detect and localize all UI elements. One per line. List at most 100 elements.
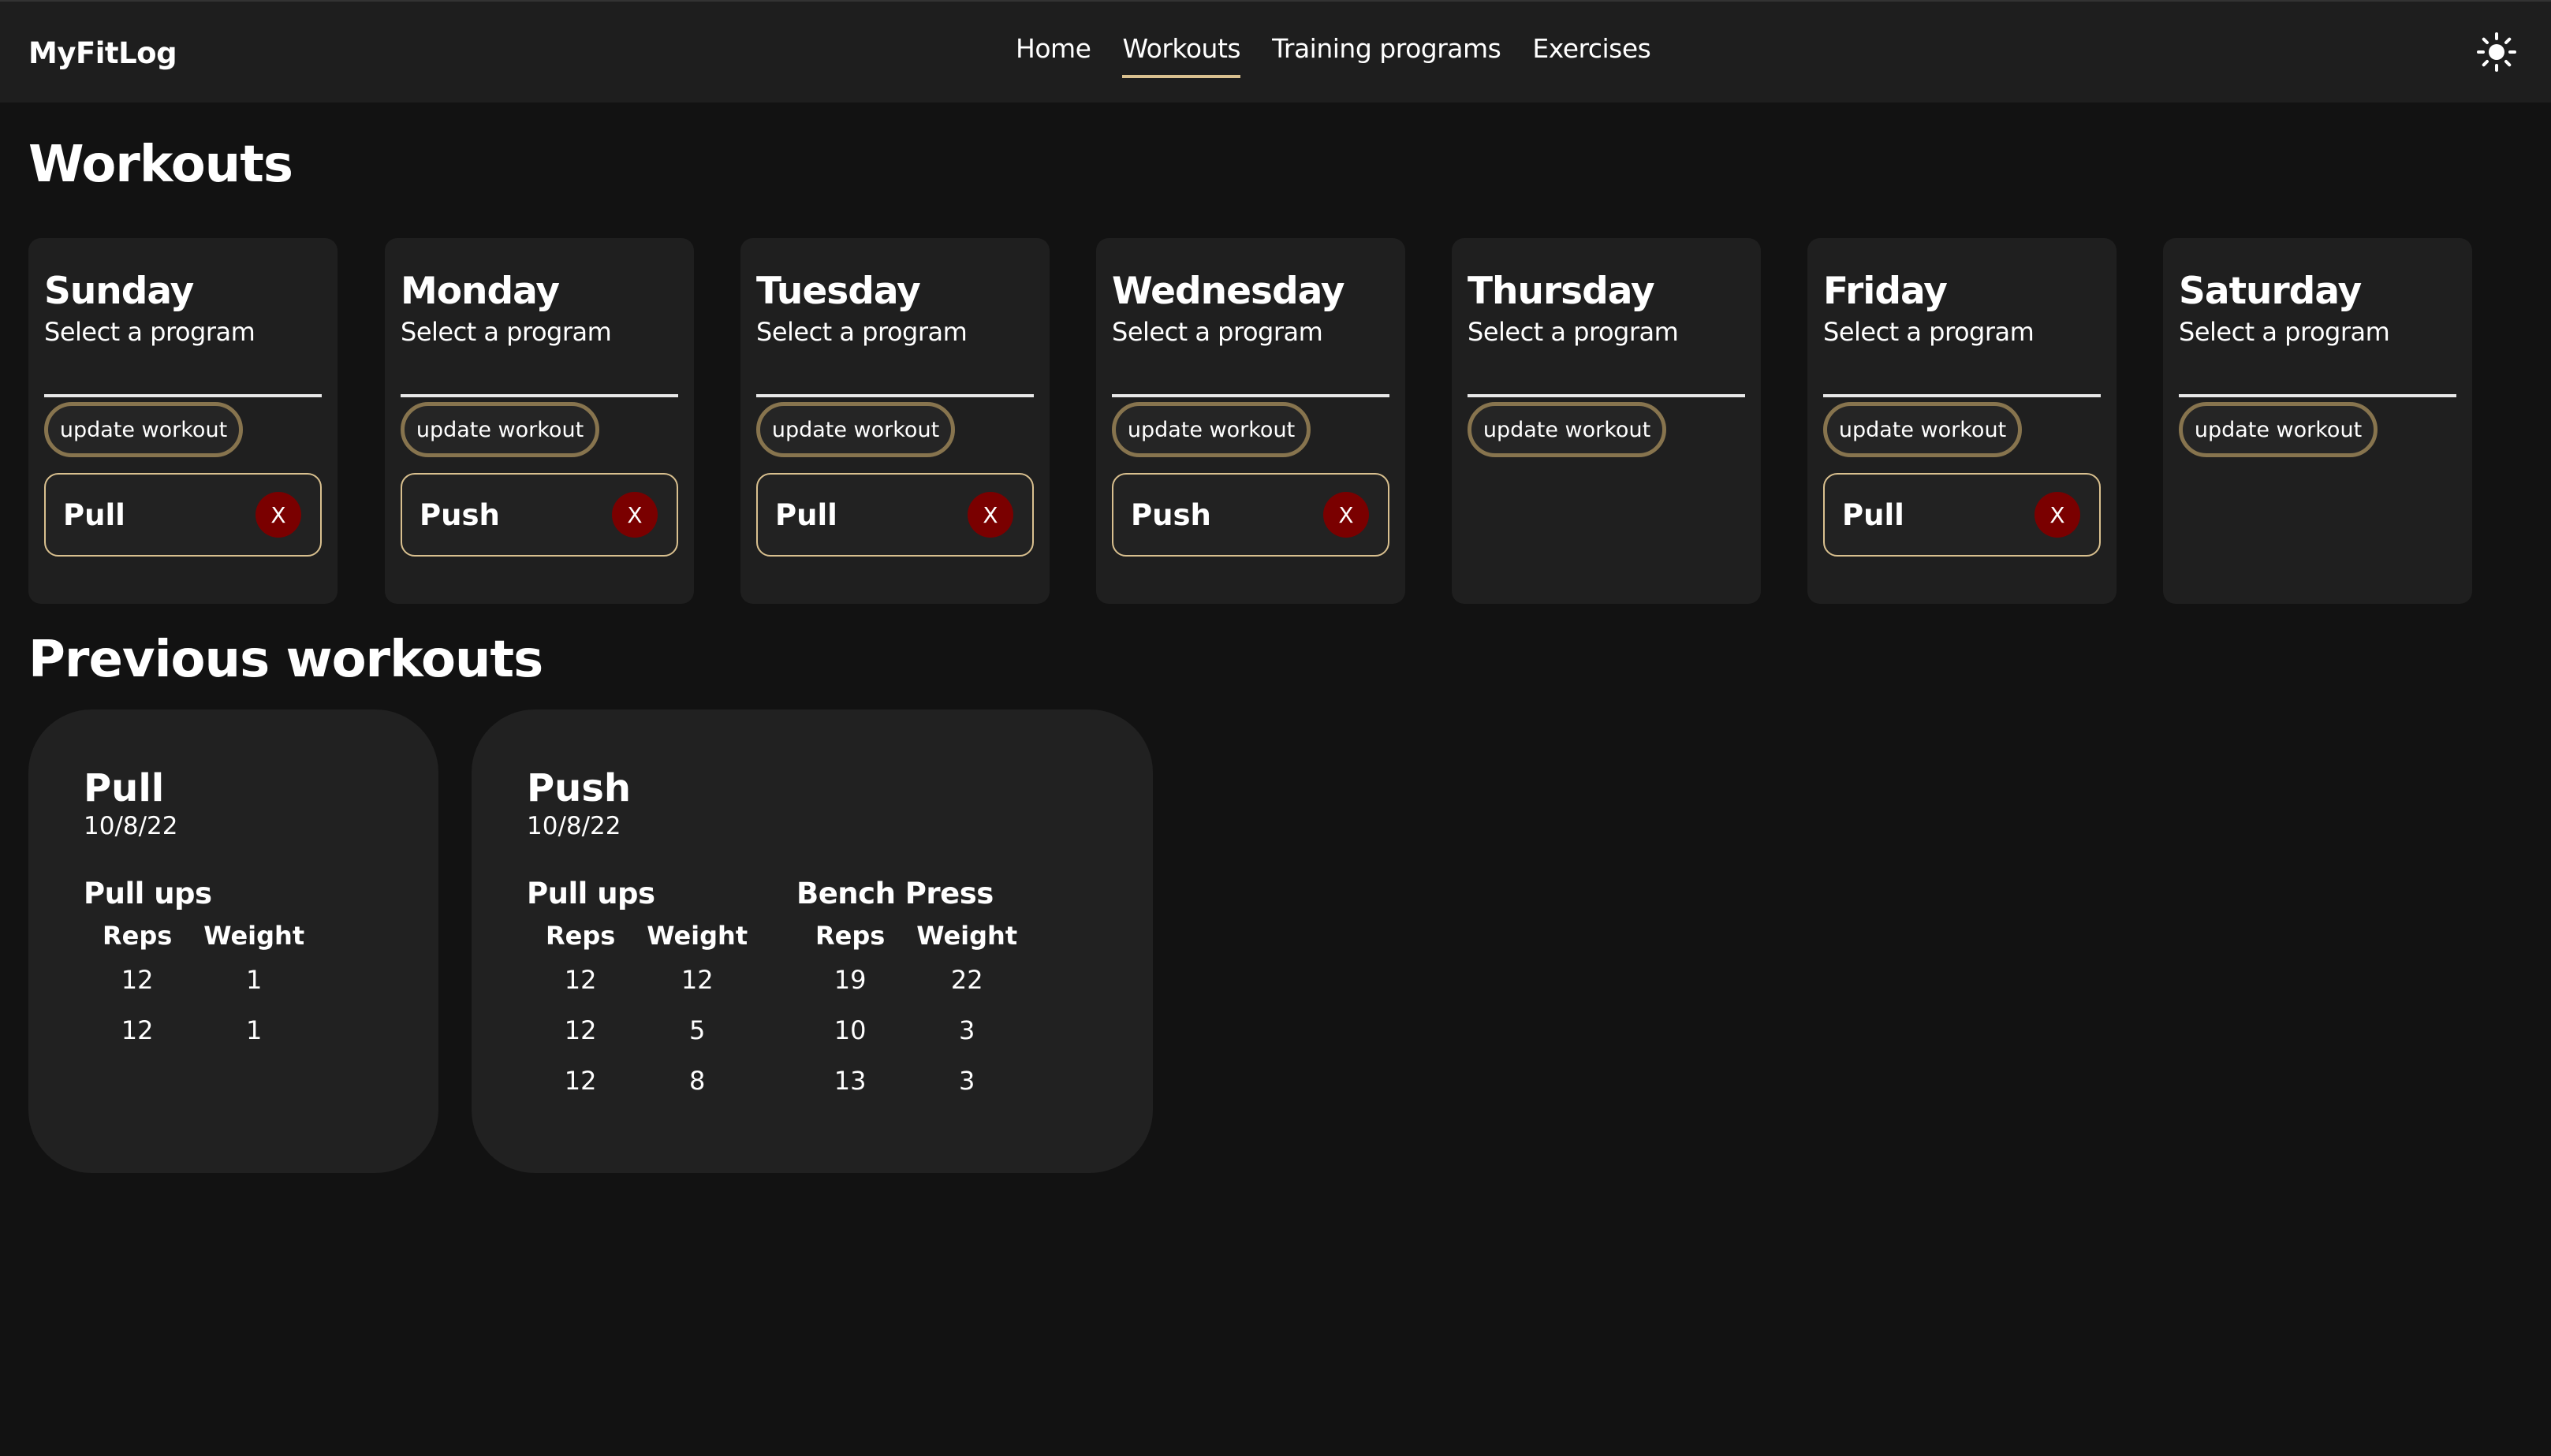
day-subtitle: Select a program (756, 317, 968, 347)
remove-workout-button[interactable]: X (1323, 492, 1369, 538)
set-row: 12 8 (530, 1056, 763, 1106)
nav-link-training-programs[interactable]: Training programs (1272, 33, 1501, 78)
reps-cell: 19 (834, 965, 867, 995)
previous-workout-title: Push (527, 766, 632, 810)
day-subtitle: Select a program (1823, 317, 2034, 347)
weight-cell: 8 (689, 1066, 706, 1096)
reps-cell: 13 (834, 1066, 867, 1096)
day-name: Sunday (44, 270, 194, 313)
brand-logo[interactable]: MyFitLog (28, 36, 177, 70)
set-row: 12 12 (530, 955, 763, 1005)
remove-workout-button[interactable]: X (968, 492, 1013, 538)
day-card-friday: Friday Select a program update workout P… (1807, 238, 2117, 604)
workout-chip-label: Pull (775, 498, 837, 532)
day-name: Tuesday (756, 270, 921, 313)
program-select-input[interactable] (2179, 355, 2456, 397)
sets-table: Reps Weight 12 1 12 1 (87, 917, 320, 1056)
day-card-saturday: Saturday Select a program update workout (2163, 238, 2472, 604)
day-card-monday: Monday Select a program update workout P… (385, 238, 694, 604)
day-card-sunday: Sunday Select a program update workout P… (28, 238, 338, 604)
exercise-name: Bench Press (796, 877, 994, 910)
update-workout-button[interactable]: update workout (2179, 402, 2378, 457)
theme-toggle-button[interactable] (2476, 32, 2517, 73)
column-header-weight: Weight (203, 921, 305, 951)
nav-link-home[interactable]: Home (1016, 33, 1091, 78)
set-row: 12 1 (87, 1005, 320, 1056)
day-subtitle: Select a program (1468, 317, 1679, 347)
reps-cell: 12 (121, 1015, 154, 1045)
set-row: 10 3 (800, 1005, 1033, 1056)
nav-link-exercises[interactable]: Exercises (1532, 33, 1651, 78)
column-header-reps: Reps (815, 921, 886, 951)
workout-chip[interactable]: Push X (1112, 473, 1389, 557)
program-select-input[interactable] (1468, 355, 1745, 397)
day-card-wednesday: Wednesday Select a program update workou… (1096, 238, 1405, 604)
set-row: 12 1 (87, 955, 320, 1005)
reps-cell: 12 (564, 1066, 597, 1096)
update-workout-button[interactable]: update workout (1468, 402, 1666, 457)
previous-workout-card: Pull 10/8/22 Pull ups Reps Weight 12 1 1… (28, 709, 438, 1173)
weight-cell: 3 (959, 1015, 975, 1045)
update-workout-button[interactable]: update workout (1823, 402, 2022, 457)
exercise-name: Pull ups (527, 877, 655, 910)
previous-workout-date: 10/8/22 (527, 812, 621, 840)
workout-chip-label: Push (1131, 498, 1211, 532)
workout-chip[interactable]: Pull X (44, 473, 322, 557)
day-card-tuesday: Tuesday Select a program update workout … (740, 238, 1050, 604)
previous-workout-title: Pull (84, 766, 165, 810)
workout-chip[interactable]: Push X (401, 473, 678, 557)
sets-table: Reps Weight 19 22 10 3 13 3 (800, 917, 1033, 1106)
exercise-name: Pull ups (84, 877, 212, 910)
day-name: Friday (1823, 270, 1948, 313)
workout-chip-label: Pull (1842, 498, 1904, 532)
day-name: Thursday (1468, 270, 1655, 313)
weight-cell: 12 (681, 965, 714, 995)
program-select-input[interactable] (756, 355, 1034, 397)
update-workout-button[interactable]: update workout (1112, 402, 1311, 457)
top-navbar: MyFitLog Home Workouts Training programs… (0, 0, 2551, 102)
sets-table: Reps Weight 12 12 12 5 12 8 (530, 917, 763, 1106)
exercise-block: Bench Press Reps Weight 19 22 10 3 13 3 (796, 877, 1033, 1106)
weight-cell: 1 (246, 1015, 263, 1045)
reps-cell: 12 (564, 1015, 597, 1045)
update-workout-button[interactable]: update workout (756, 402, 955, 457)
column-header-weight: Weight (647, 921, 748, 951)
update-workout-button[interactable]: update workout (44, 402, 243, 457)
day-subtitle: Select a program (2179, 317, 2390, 347)
workout-chip[interactable]: Pull X (1823, 473, 2101, 557)
reps-cell: 12 (564, 965, 597, 995)
page-title: Workouts (28, 136, 293, 194)
reps-cell: 12 (121, 965, 154, 995)
program-select-input[interactable] (401, 355, 678, 397)
program-select-input[interactable] (1823, 355, 2101, 397)
set-row: 13 3 (800, 1056, 1033, 1106)
day-subtitle: Select a program (1112, 317, 1323, 347)
weight-cell: 3 (959, 1066, 975, 1096)
program-select-input[interactable] (1112, 355, 1389, 397)
previous-workout-card: Push 10/8/22 Pull ups Reps Weight 12 12 … (472, 709, 1153, 1173)
nav-links: Home Workouts Training programs Exercise… (1016, 33, 1682, 78)
remove-workout-button[interactable]: X (2034, 492, 2080, 538)
program-select-input[interactable] (44, 355, 322, 397)
exercise-block: Pull ups Reps Weight 12 1 12 1 (84, 877, 320, 1056)
remove-workout-button[interactable]: X (612, 492, 658, 538)
nav-link-workouts[interactable]: Workouts (1122, 33, 1241, 78)
weight-cell: 5 (689, 1015, 706, 1045)
weight-cell: 1 (246, 965, 263, 995)
workout-chip-label: Push (420, 498, 500, 532)
workout-chip-label: Pull (63, 498, 125, 532)
previous-workout-date: 10/8/22 (84, 812, 178, 840)
column-header-reps: Reps (546, 921, 616, 951)
update-workout-button[interactable]: update workout (401, 402, 599, 457)
day-name: Saturday (2179, 270, 2362, 313)
day-subtitle: Select a program (401, 317, 612, 347)
previous-workouts-heading: Previous workouts (28, 631, 543, 689)
day-card-thursday: Thursday Select a program update workout (1452, 238, 1761, 604)
day-subtitle: Select a program (44, 317, 255, 347)
workout-chip[interactable]: Pull X (756, 473, 1034, 557)
day-name: Monday (401, 270, 560, 313)
column-header-weight: Weight (916, 921, 1018, 951)
weight-cell: 22 (950, 965, 983, 995)
sun-icon (2477, 32, 2516, 72)
remove-workout-button[interactable]: X (255, 492, 301, 538)
